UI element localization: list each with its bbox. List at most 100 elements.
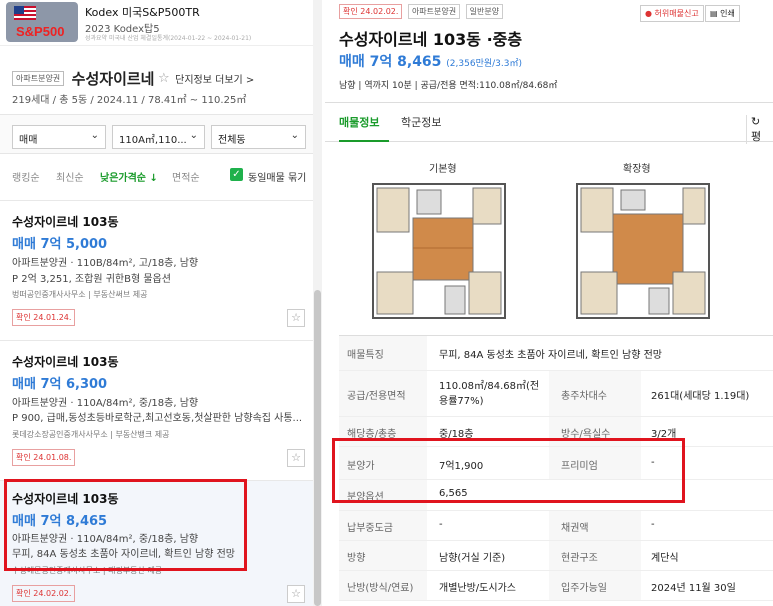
sale-badge: 일반분양	[465, 4, 504, 19]
sort-bar: 랭킹순 최신순 낮은가격순 ↓ 면적순 ✓ 동일매물 묶기	[0, 166, 313, 186]
trade-type-select[interactable]: 매매 ⌄	[12, 125, 106, 149]
dong-value: 전체동	[218, 135, 246, 146]
ad-logo: S&P500	[6, 2, 78, 42]
complex-tag: 아파트분양권	[12, 71, 65, 86]
sort-area[interactable]: 면적순	[172, 169, 200, 184]
star-icon[interactable]: ☆	[287, 309, 305, 327]
highlight-box	[4, 479, 247, 571]
confirm-badge: 확인 24.01.24.	[12, 309, 76, 326]
detail-summary: 남향 | 역까지 10분 | 공급/전용 면적:110.08㎡/84.68㎡	[339, 81, 558, 91]
listing-price: 매매 7억 5,000	[12, 237, 108, 252]
detail-title: 수성자이르네 103동 ·중층	[339, 30, 523, 49]
active-tab-indicator	[339, 140, 389, 142]
tab-listing-info[interactable]: 매물정보	[339, 114, 379, 130]
spec-row: 난방(방식/연료) 개별난방/도시가스 입주가능일 2024년 11월 30일	[339, 571, 773, 601]
complex-info-link[interactable]: 단지정보 더보기 >	[175, 71, 254, 86]
listing-desc: P 900, 급매,동성초등바로학군,최고선호동,첫살판한 남향속집 사통...	[12, 413, 303, 424]
spec-value: 110.08㎡/84.68㎡(전용률77%)	[439, 381, 540, 407]
ad-note: 성과요약 미국내 산업 체결일통계(2024-01-22 ~ 2024-01-2…	[85, 35, 252, 42]
print-button[interactable]: ▤ 인쇄	[705, 5, 740, 22]
chevron-down-icon: ⌄	[90, 130, 99, 141]
sort-low-price[interactable]: 낮은가격순 ↓	[100, 169, 158, 184]
filter-bar: 매매 ⌄ 110A㎡,110... ⌄ 전체동 ⌄	[0, 114, 313, 154]
spec-value: 개별난방/도시가스	[439, 583, 516, 594]
listing-desc: P 2억 3,251, 조합원 귀한B형 물옵션	[12, 274, 171, 285]
spec-value: 2024년 11월 30일	[651, 583, 736, 594]
area-value: 110A㎡,110...	[119, 135, 187, 146]
detail-price: 매매 7억 8,465 (2,356만원/3.3㎡)	[339, 51, 522, 71]
confirm-badge: 확인 24.02.02.	[12, 585, 76, 602]
spec-value: -	[651, 519, 655, 530]
detail-badges: 확인 24.02.02. 아파트분양권 일반분양	[339, 4, 505, 19]
sort-latest[interactable]: 최신순	[56, 169, 84, 184]
report-button[interactable]: ● 허위매물신고	[640, 5, 704, 22]
spec-key: 총주차대수	[549, 371, 641, 416]
listing-panel: S&P500 Kodex 미국S&P500TR 2023 Kodex탑5 성과요…	[0, 0, 322, 606]
spec-key: 현관구조	[549, 541, 641, 570]
same-listing-toggle[interactable]: 동일매물 묶기	[248, 169, 306, 184]
spec-row: 납부중도금 - 채권액 -	[339, 511, 773, 541]
ad-logo-text: S&P500	[16, 24, 65, 39]
favorite-star-icon[interactable]: ☆	[158, 71, 170, 86]
confirm-badge: 확인 24.02.02.	[339, 4, 403, 19]
floorplan-label-basic: 기본형	[429, 164, 457, 175]
complex-info: 219세대 / 총 5동 / 2024.11 / 78.41㎡ ~ 110.25…	[12, 95, 247, 106]
confirm-badge: 확인 24.01.08.	[12, 449, 76, 466]
floorplan-extended-image[interactable]	[573, 178, 713, 323]
spec-key: 입주가능일	[549, 571, 641, 600]
listing-agent: 롯데강소장공인중개사사무소 | 부동산뱅크 제공	[12, 430, 170, 439]
spec-key: 공급/전용면적	[339, 371, 427, 416]
siren-icon: ●	[645, 9, 655, 18]
checkbox-checked-icon[interactable]: ✓	[230, 168, 243, 181]
spec-key: 납부중도금	[339, 511, 427, 540]
sort-rank[interactable]: 랭킹순	[12, 169, 40, 184]
spec-value: 무피, 84A 동성초 초품아 자이르네, 확트인 남향 전망	[439, 350, 662, 361]
star-icon[interactable]: ☆	[287, 585, 305, 603]
detail-price-per-area: (2,356만원/3.3㎡)	[446, 59, 522, 69]
complex-header: 아파트분양권 수성자이르네 ☆ 단지정보 더보기 >	[12, 68, 254, 89]
spec-table: 매물특징 무피, 84A 동성초 초품아 자이르네, 확트인 남향 전망 공급/…	[339, 335, 773, 601]
spec-key: 채권액	[549, 511, 641, 540]
chevron-down-icon: ⌄	[290, 130, 299, 141]
detail-panel: 확인 24.02.02. 아파트분양권 일반분양 ● 허위매물신고 ▤ 인쇄 수…	[325, 0, 773, 606]
spec-value: -	[439, 519, 443, 530]
spec-key: 매물특징	[339, 336, 427, 370]
complex-name: 수성자이르네	[71, 70, 155, 88]
detail-price-value: 매매 7억 8,465	[339, 54, 442, 70]
dong-select[interactable]: 전체동 ⌄	[211, 125, 306, 149]
floorplan-label-extended: 확장형	[623, 164, 651, 175]
chevron-down-icon: ⌄	[189, 130, 198, 141]
listing-price: 매매 7억 6,300	[12, 377, 108, 392]
ad-title: Kodex 미국S&P500TR	[85, 6, 200, 19]
spec-value: 261대(세대당 1.19대)	[651, 391, 750, 402]
spec-row: 공급/전용면적 110.08㎡/84.68㎡(전용률77%) 총주차대수 261…	[339, 371, 773, 417]
ad-banner[interactable]: S&P500 Kodex 미국S&P500TR 2023 Kodex탑5 성과요…	[0, 0, 313, 46]
us-flag-icon	[14, 6, 36, 20]
trade-type-value: 매매	[19, 135, 38, 146]
spec-value: 남향(거실 기준)	[439, 553, 506, 564]
type-badge: 아파트분양권	[407, 4, 461, 19]
area-select[interactable]: 110A㎡,110... ⌄	[112, 125, 205, 149]
spec-value: 계단식	[651, 553, 679, 564]
floorplan-basic-image[interactable]	[369, 178, 509, 323]
star-icon[interactable]: ☆	[287, 449, 305, 467]
highlight-box	[332, 438, 685, 503]
listing-spec: 아파트분양권 · 110A/84m², 중/18층, 남향	[12, 398, 199, 409]
spec-row: 방향 남향(거실 기준) 현관구조 계단식	[339, 541, 773, 571]
spec-key: 난방(방식/연료)	[339, 571, 427, 600]
listing-spec: 아파트분양권 · 110B/84m², 고/18층, 남향	[12, 258, 199, 269]
refresh-button[interactable]: ↻ 평	[746, 115, 773, 144]
report-label: 허위매물신고	[654, 9, 699, 18]
print-label: 인쇄	[720, 9, 735, 18]
print-icon: ▤	[710, 9, 721, 18]
spec-key: 방향	[339, 541, 427, 570]
listing-item[interactable]: 수성자이르네 103동 매매 7억 5,000 아파트분양권 · 110B/84…	[0, 200, 313, 340]
listing-item[interactable]: 수성자이르네 103동 매매 7억 6,300 아파트분양권 · 110A/84…	[0, 340, 313, 480]
detail-tabs: 매물정보 학군정보 ↻ 평	[325, 102, 773, 144]
listing-title: 수성자이르네 103동	[12, 355, 119, 369]
scrollbar-thumb[interactable]	[314, 290, 321, 606]
tab-school-info[interactable]: 학군정보	[401, 114, 441, 130]
spec-row: 매물특징 무피, 84A 동성초 초품아 자이르네, 확트인 남향 전망	[339, 336, 773, 371]
listing-agent: 벙떠공인중개사사무소 | 부동산써브 제공	[12, 290, 148, 299]
listing-title: 수성자이르네 103동	[12, 215, 119, 229]
